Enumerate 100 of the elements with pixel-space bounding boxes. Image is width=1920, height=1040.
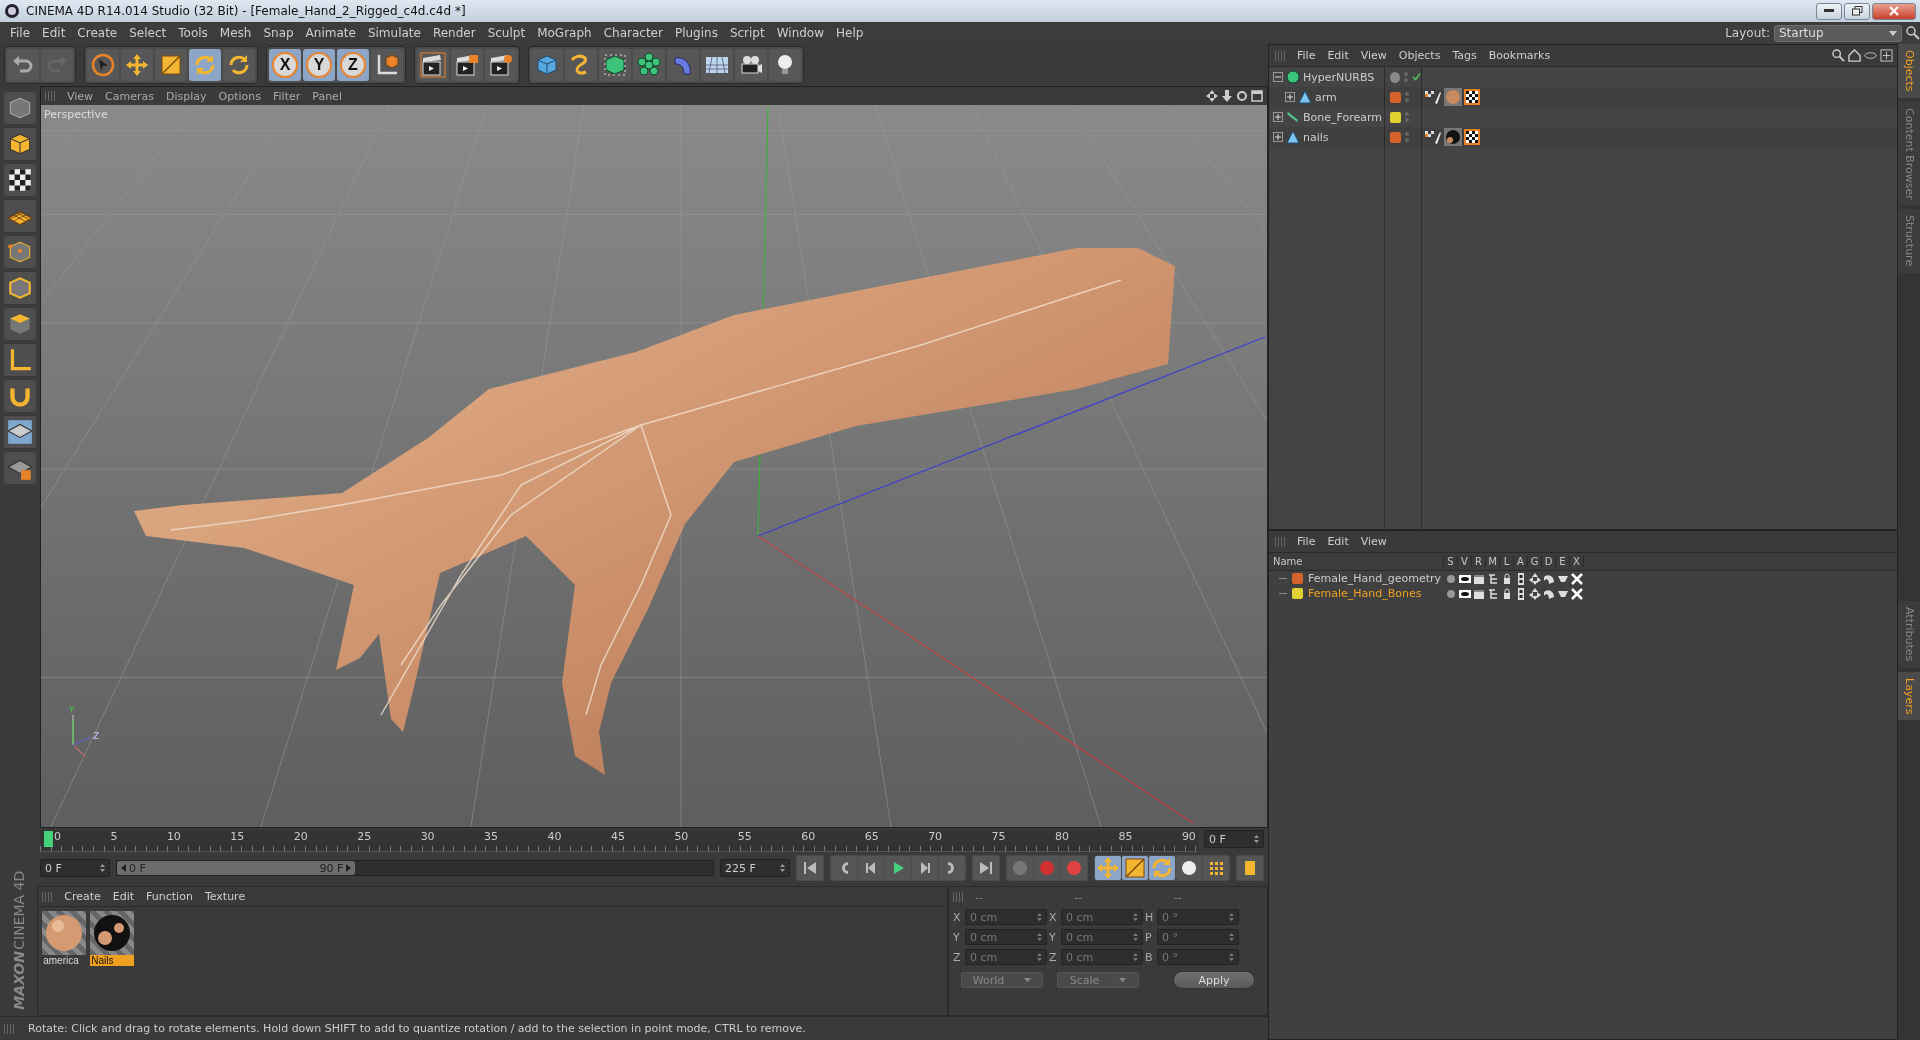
axis-icon[interactable] xyxy=(4,344,36,376)
timeline-button[interactable] xyxy=(1237,856,1263,880)
grid-lock-icon[interactable] xyxy=(4,452,36,484)
timeline-ruler[interactable]: 0 5 10 15 20 25 30 35 40 45 50 55 60 65 70 75 80 85 90 xyxy=(40,830,1198,852)
object-name[interactable]: Bone_Forearm xyxy=(1303,110,1382,124)
cube-icon[interactable] xyxy=(4,128,36,160)
menu-item[interactable]: Window xyxy=(770,24,831,42)
x-icon[interactable] xyxy=(1571,572,1583,585)
menu-item[interactable]: Edit xyxy=(36,24,72,42)
menu-item[interactable]: View xyxy=(1354,47,1393,64)
scale-key-button[interactable] xyxy=(1122,856,1148,880)
side-tab[interactable]: Objects xyxy=(1898,44,1920,98)
new-panel-icon[interactable] xyxy=(1880,49,1893,62)
axis-lock-button[interactable]: Y xyxy=(303,49,335,81)
menu-item[interactable]: Objects xyxy=(1392,47,1447,64)
menu-item[interactable]: Animate xyxy=(299,24,362,42)
checker-tag-icon[interactable] xyxy=(1464,129,1480,145)
render-settings-button[interactable] xyxy=(485,49,517,81)
end-frame-field[interactable]: 225 F xyxy=(720,859,790,877)
layer-color-swatch[interactable] xyxy=(1292,588,1303,599)
layer-name[interactable]: Female_Hand_geometry xyxy=(1308,572,1442,585)
menu-item[interactable]: Tools xyxy=(172,24,214,42)
next-key-button[interactable] xyxy=(939,856,965,880)
menu-item[interactable]: Edit xyxy=(1321,533,1355,550)
column-header[interactable]: S xyxy=(1444,556,1458,567)
menu-item[interactable]: Character xyxy=(597,24,669,42)
menu-item[interactable]: Script xyxy=(723,24,771,42)
down-arrow-icon[interactable] xyxy=(1221,90,1233,102)
nurbs-button[interactable] xyxy=(599,49,631,81)
go-to-start-button[interactable] xyxy=(797,856,823,880)
hierarchy-icon[interactable] xyxy=(1487,587,1499,600)
menu-item[interactable]: Select xyxy=(123,24,173,42)
recent-tool-button[interactable] xyxy=(223,49,255,81)
checkmark-icon[interactable] xyxy=(1411,72,1421,82)
axis-lock-button[interactable]: X xyxy=(269,49,301,81)
step-forward-button[interactable] xyxy=(912,856,938,880)
cube-button[interactable] xyxy=(531,49,563,81)
menu-item[interactable]: Edit xyxy=(1321,47,1355,64)
column-header[interactable]: G xyxy=(1528,556,1542,567)
menu-item[interactable]: Options xyxy=(212,87,267,105)
visibility-dots-icon[interactable] xyxy=(1405,132,1409,142)
deformer-icon[interactable] xyxy=(1543,572,1555,585)
hierarchy-icon[interactable] xyxy=(1487,572,1499,585)
menu-item[interactable]: Panel xyxy=(306,87,348,105)
array-button[interactable] xyxy=(633,49,665,81)
visibility-dots-icon[interactable] xyxy=(1405,92,1409,102)
column-header[interactable]: X xyxy=(1570,556,1584,567)
expand-icon[interactable] xyxy=(1285,92,1295,102)
search-icon[interactable] xyxy=(1906,26,1920,40)
visibility-dots-icon[interactable] xyxy=(1403,72,1408,82)
select-tool-button[interactable] xyxy=(87,49,119,81)
menu-item[interactable]: Filter xyxy=(267,87,307,105)
play-button[interactable] xyxy=(885,856,911,880)
cube-edges-icon[interactable] xyxy=(4,272,36,304)
make-editable-icon[interactable] xyxy=(4,92,36,124)
x-icon[interactable] xyxy=(1571,587,1583,600)
home-icon[interactable] xyxy=(1848,49,1861,62)
floor-button[interactable] xyxy=(701,49,733,81)
solo-icon[interactable] xyxy=(1445,587,1457,600)
maximize-icon[interactable] xyxy=(1251,90,1263,102)
film-icon[interactable] xyxy=(1515,572,1527,585)
grid-plane-icon[interactable] xyxy=(4,200,36,232)
object-name[interactable]: HyperNURBS xyxy=(1303,70,1375,84)
apply-button[interactable]: Apply xyxy=(1173,971,1255,989)
menu-item[interactable]: Render xyxy=(426,24,482,42)
move-icon[interactable] xyxy=(1529,587,1541,600)
menu-item[interactable]: File xyxy=(1291,47,1322,64)
point-level-button[interactable] xyxy=(1203,856,1229,880)
column-header[interactable]: Name xyxy=(1269,556,1444,567)
render-picture-button[interactable] xyxy=(451,49,483,81)
object-name[interactable]: nails xyxy=(1303,130,1329,144)
material-tag-icon[interactable] xyxy=(1444,128,1462,146)
menu-item[interactable]: View xyxy=(61,87,100,105)
move-icon[interactable] xyxy=(1206,90,1218,102)
eye-icon[interactable] xyxy=(1459,587,1471,600)
restore-button[interactable] xyxy=(1844,2,1870,20)
menu-item[interactable]: Edit xyxy=(106,888,141,905)
cube-polygon-icon[interactable] xyxy=(4,308,36,340)
move-tool-button[interactable] xyxy=(121,49,153,81)
menu-item[interactable]: Cameras xyxy=(99,87,160,105)
checker-tag-icon[interactable] xyxy=(1464,89,1480,105)
menu-item[interactable]: Bookmarks xyxy=(1482,47,1557,64)
current-frame-field[interactable]: 0 F xyxy=(1204,830,1264,848)
menu-item[interactable]: Mesh xyxy=(213,24,258,42)
column-header[interactable]: D xyxy=(1542,556,1556,567)
clapperboard-icon[interactable] xyxy=(1473,572,1485,585)
menu-item[interactable]: Simulate xyxy=(361,24,427,42)
lock-icon[interactable] xyxy=(1501,587,1513,600)
menu-item[interactable]: Function xyxy=(140,888,199,905)
column-header[interactable]: L xyxy=(1500,556,1514,567)
spline-button[interactable] xyxy=(565,49,597,81)
film-icon[interactable] xyxy=(1515,587,1527,600)
phong-tag-icon[interactable] xyxy=(1424,89,1442,105)
menu-item[interactable]: Create xyxy=(71,24,124,42)
menu-item[interactable]: Tags xyxy=(1446,47,1483,64)
expand-icon[interactable] xyxy=(1273,112,1283,122)
menu-item[interactable]: Sculpt xyxy=(481,24,532,42)
previous-key-button[interactable] xyxy=(831,856,857,880)
menu-item[interactable]: Plugins xyxy=(668,24,724,42)
column-header[interactable]: A xyxy=(1514,556,1528,567)
